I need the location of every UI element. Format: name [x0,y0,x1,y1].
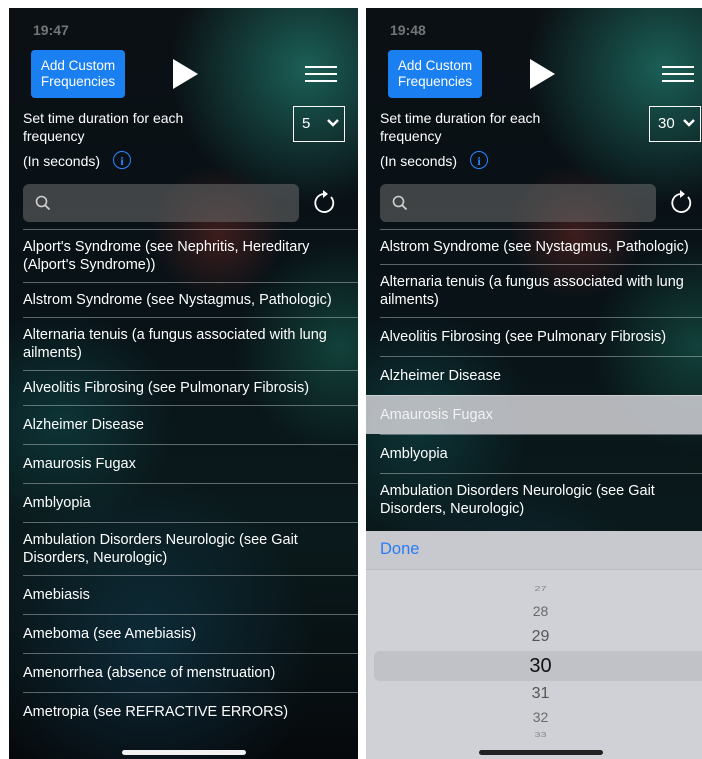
chevron-down-icon [683,119,695,127]
picker-option[interactable]: 28 [366,603,702,619]
list-item[interactable]: Ameboma (see Amebiasis) [23,614,358,653]
duration-select[interactable]: 30 [649,106,701,142]
picker-option[interactable]: 33 [366,731,702,739]
list-item[interactable]: Alveolitis Fibrosing (see Pulmonary Fibr… [23,370,358,405]
chevron-down-icon [327,119,339,127]
duration-value: 5 [302,115,311,132]
list-item[interactable]: Amblyopia [380,434,702,473]
picker-wheel[interactable]: 27 28 29 30 31 32 33 [366,569,702,759]
play-icon[interactable] [528,58,556,90]
seconds-label: (In seconds) [23,153,101,169]
info-icon[interactable]: i [113,151,131,169]
list-item[interactable]: Alstrom Syndrome (see Nystagmus, Patholo… [380,229,702,264]
duration-label: Set time duration for each frequency [380,110,541,144]
status-time: 19:48 [390,22,426,38]
list-item[interactable]: Ambulation Disorders Neurologic (see Gai… [380,473,702,526]
list-item[interactable]: Amaurosis Fugax [23,444,358,483]
picker-option[interactable]: 31 [366,685,702,703]
list-item[interactable]: Alstrom Syndrome (see Nystagmus, Patholo… [23,282,358,317]
picker-option[interactable]: 29 [366,628,702,646]
add-custom-frequencies-button[interactable]: Add Custom Frequencies [388,50,482,98]
search-icon [35,195,51,211]
list-item[interactable]: Ametropia (see REFRACTIVE ERRORS) [23,692,358,731]
screen-left: 19:47 Add Custom Frequencies Set time du… [9,8,358,759]
duration-label: Set time duration for each frequency [23,110,184,144]
frequency-list: Alport's Syndrome (see Nephritis, Heredi… [23,229,358,731]
status-time: 19:47 [33,22,69,38]
list-item-selected[interactable]: Amaurosis Fugax [366,395,702,434]
frequency-list: Alstrom Syndrome (see Nystagmus, Patholo… [366,229,702,526]
list-item[interactable]: Amenorrhea (absence of menstruation) [23,653,358,692]
search-icon [392,195,408,211]
picker-option[interactable]: 27 [366,585,702,593]
seconds-label: (In seconds) [380,153,458,169]
list-item[interactable]: Amebiasis [23,575,358,614]
search-input[interactable] [380,184,656,222]
list-item[interactable]: Alternaria tenuis (a fungus associated w… [380,264,702,317]
list-item[interactable]: Ambulation Disorders Neurologic (see Gai… [23,522,358,575]
picker-option[interactable]: 32 [366,709,702,725]
info-icon[interactable]: i [470,151,488,169]
list-item[interactable]: Alport's Syndrome (see Nephritis, Heredi… [23,229,358,282]
home-indicator[interactable] [121,750,246,755]
menu-icon[interactable] [662,66,694,84]
add-custom-frequencies-button[interactable]: Add Custom Frequencies [31,50,125,98]
duration-value: 30 [658,115,675,132]
list-item[interactable]: Amblyopia [23,483,358,522]
play-icon[interactable] [171,58,199,90]
list-item[interactable]: Alveolitis Fibrosing (see Pulmonary Fibr… [380,317,702,356]
duration-select[interactable]: 5 [293,106,345,142]
picker-toolbar: Done [366,531,702,570]
home-indicator[interactable] [478,750,603,755]
refresh-icon[interactable] [311,190,337,216]
refresh-icon[interactable] [668,190,694,216]
search-input[interactable] [23,184,299,222]
list-item[interactable]: Alzheimer Disease [380,356,702,395]
screen-right: 19:48 Add Custom Frequencies Set time du… [366,8,702,759]
number-picker[interactable]: Done 27 28 29 30 31 32 33 [366,531,702,759]
menu-icon[interactable] [305,66,337,84]
picker-option-selected[interactable]: 30 [366,655,702,678]
list-item[interactable]: Alternaria tenuis (a fungus associated w… [23,317,358,370]
list-item[interactable]: Alzheimer Disease [23,405,358,444]
done-button[interactable]: Done [380,540,419,559]
